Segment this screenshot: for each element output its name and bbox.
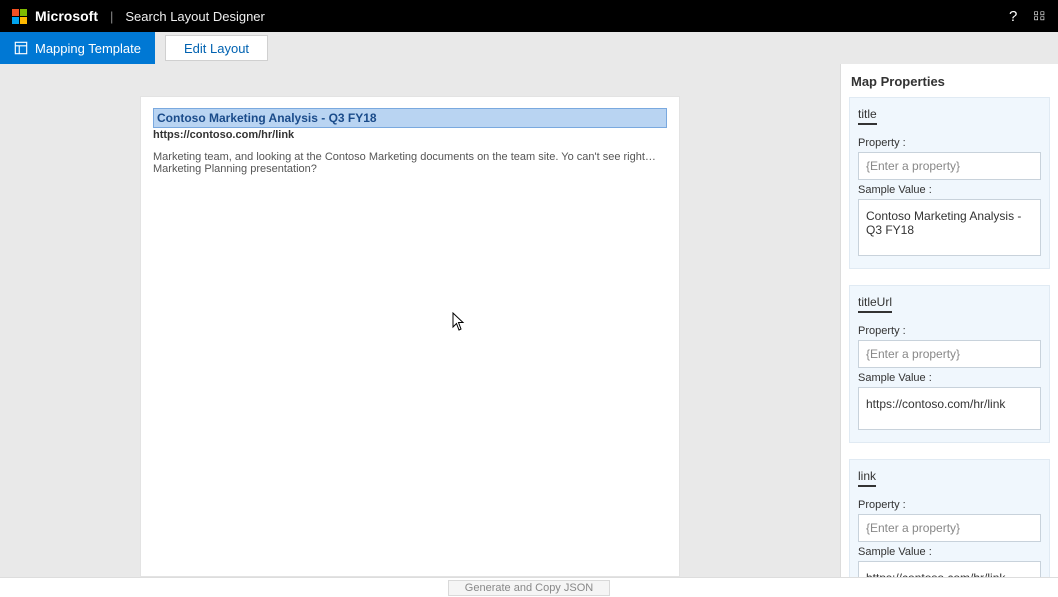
app-launcher-icon[interactable]: ▫▫▫▫ (1033, 11, 1046, 21)
property-label: Property : (858, 137, 1041, 149)
app-title: Search Layout Designer (125, 9, 264, 24)
top-bar-left: Microsoft | Search Layout Designer (12, 8, 265, 24)
tab-mapping-label: Mapping Template (35, 41, 141, 56)
workspace: Contoso Marketing Analysis - Q3 FY18 htt… (0, 64, 1058, 577)
microsoft-logo-icon (12, 9, 27, 24)
edit-layout-label: Edit Layout (184, 41, 249, 56)
canvas-area: Contoso Marketing Analysis - Q3 FY18 htt… (0, 64, 840, 577)
property-label: Property : (858, 325, 1041, 337)
tab-row: Mapping Template Edit Layout (0, 32, 1058, 64)
property-name: title (858, 107, 877, 125)
sample-label: Sample Value : (858, 372, 1041, 384)
property-name: link (858, 469, 876, 487)
tab-mapping-template[interactable]: Mapping Template (0, 32, 155, 64)
brand-label: Microsoft (35, 8, 98, 24)
map-properties-panel: Map Properties title Property : Sample V… (840, 64, 1058, 577)
generate-copy-json-button[interactable]: Generate and Copy JSON (448, 580, 610, 596)
property-input[interactable] (858, 340, 1041, 368)
help-icon[interactable]: ? (1009, 8, 1017, 25)
card-title[interactable]: Contoso Marketing Analysis - Q3 FY18 (153, 108, 667, 128)
property-group-title[interactable]: title Property : Sample Value : Contoso … (849, 97, 1050, 269)
sample-label: Sample Value : (858, 546, 1041, 558)
property-input[interactable] (858, 152, 1041, 180)
property-group-titleurl[interactable]: titleUrl Property : Sample Value : https… (849, 285, 1050, 443)
sample-label: Sample Value : (858, 184, 1041, 196)
sample-value[interactable]: Contoso Marketing Analysis - Q3 FY18 (858, 199, 1041, 256)
card-snippet: Marketing team, and looking at the Conto… (153, 151, 667, 175)
property-label: Property : (858, 499, 1041, 511)
generate-label: Generate and Copy JSON (465, 582, 593, 594)
sample-value[interactable]: https://contoso.com/hr/link (858, 561, 1041, 577)
divider: | (110, 9, 113, 24)
property-input[interactable] (858, 514, 1041, 542)
preview-card[interactable]: Contoso Marketing Analysis - Q3 FY18 htt… (140, 96, 680, 577)
template-icon (14, 41, 28, 55)
property-name: titleUrl (858, 295, 892, 313)
top-bar-right: ? ▫▫▫▫ (1009, 8, 1046, 25)
footer-bar: Generate and Copy JSON (0, 577, 1058, 597)
top-bar: Microsoft | Search Layout Designer ? ▫▫▫… (0, 0, 1058, 32)
edit-layout-button[interactable]: Edit Layout (165, 35, 268, 61)
property-group-link[interactable]: link Property : Sample Value : https://c… (849, 459, 1050, 577)
panel-heading: Map Properties (849, 70, 1050, 97)
sample-value[interactable]: https://contoso.com/hr/link (858, 387, 1041, 430)
card-url: https://contoso.com/hr/link (153, 129, 667, 141)
